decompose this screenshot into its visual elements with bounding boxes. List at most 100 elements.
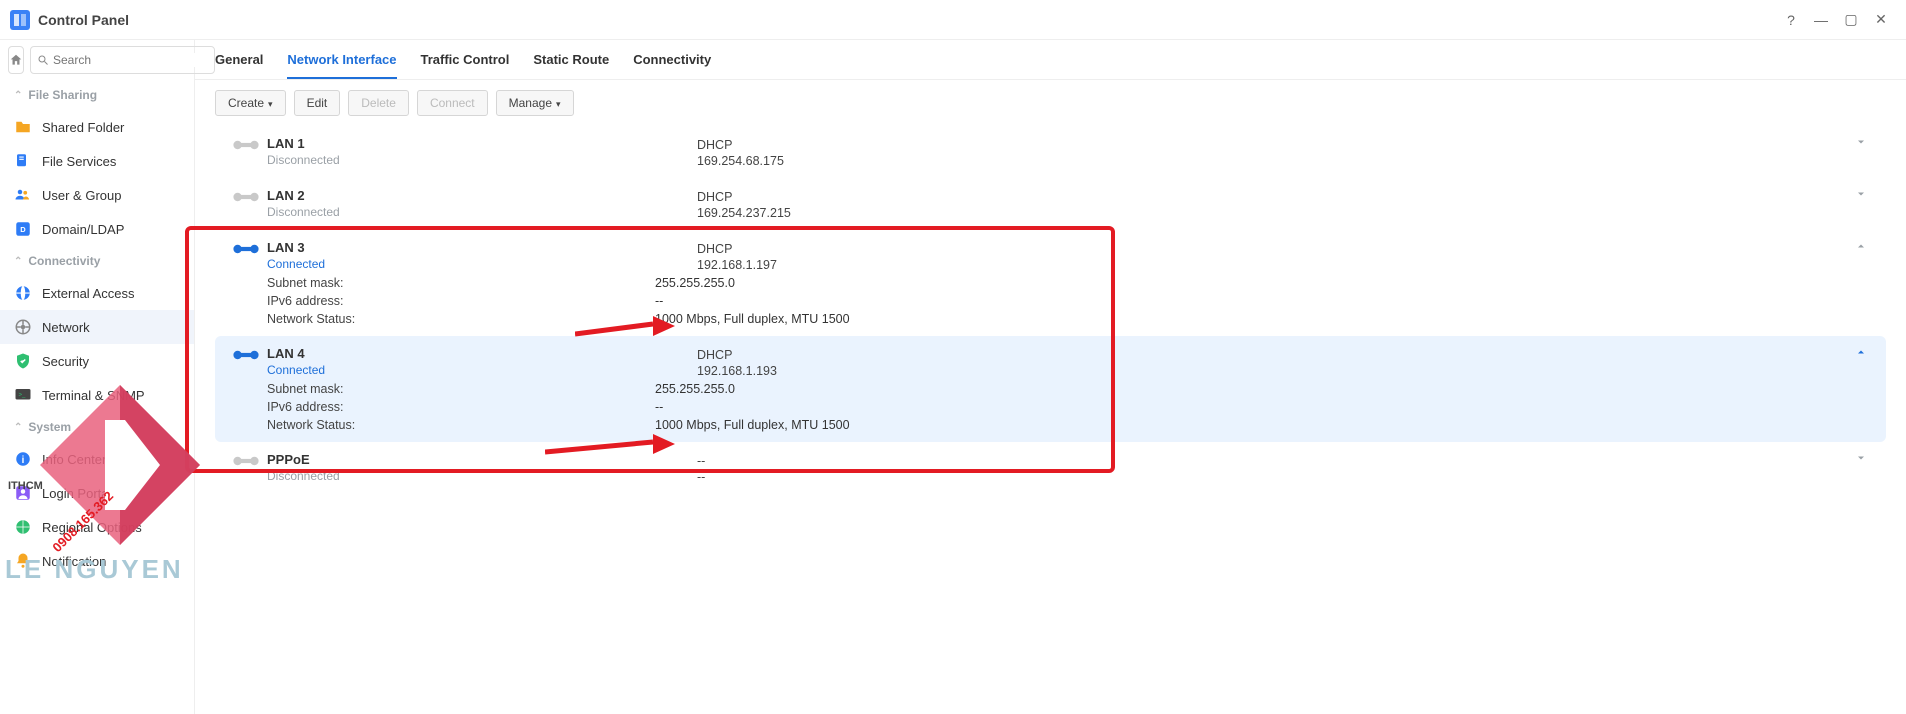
sidebar-item-shared-folder[interactable]: Shared Folder bbox=[0, 110, 194, 144]
home-icon bbox=[9, 53, 23, 67]
sidebar-item-terminal-snmp[interactable]: >_ Terminal & SNMP bbox=[0, 378, 194, 412]
tab-connectivity[interactable]: Connectivity bbox=[633, 52, 711, 79]
interface-name: LAN 4 bbox=[267, 346, 697, 361]
section-label: File Sharing bbox=[28, 88, 97, 102]
toolbar: Create▾ Edit Delete Connect Manage▾ bbox=[195, 80, 1906, 126]
chevron-up-icon bbox=[1855, 346, 1867, 358]
expand-toggle[interactable] bbox=[1846, 136, 1876, 148]
domain-icon: D bbox=[14, 220, 32, 238]
interface-ip: 169.254.68.175 bbox=[697, 154, 1846, 168]
chevron-up-icon: ⌃ bbox=[14, 256, 22, 267]
interface-name: PPPoE bbox=[267, 452, 697, 467]
interface-ip: -- bbox=[697, 470, 1846, 484]
interface-name: LAN 1 bbox=[267, 136, 697, 151]
interface-name: LAN 3 bbox=[267, 240, 697, 255]
chevron-up-icon: ⌃ bbox=[14, 90, 22, 101]
svg-text:i: i bbox=[22, 455, 25, 466]
delete-button: Delete bbox=[348, 90, 409, 116]
chevron-down-icon bbox=[1855, 136, 1867, 148]
subnet-value: 255.255.255.0 bbox=[655, 276, 1876, 290]
interface-status: Disconnected bbox=[267, 205, 697, 219]
subnet-value: 255.255.255.0 bbox=[655, 382, 1876, 396]
sidebar-item-regional-options[interactable]: Regional Options bbox=[0, 510, 194, 544]
sidebar-item-notification[interactable]: Notification bbox=[0, 544, 194, 578]
netstat-value: 1000 Mbps, Full duplex, MTU 1500 bbox=[655, 312, 1876, 326]
tab-general[interactable]: General bbox=[215, 52, 263, 79]
subnet-label: Subnet mask: bbox=[225, 382, 655, 396]
maximize-button[interactable]: ▢ bbox=[1836, 5, 1866, 35]
sidebar-item-file-services[interactable]: File Services bbox=[0, 144, 194, 178]
section-label: System bbox=[28, 420, 71, 434]
login-portal-icon bbox=[14, 484, 32, 502]
interface-ip: 192.168.1.193 bbox=[697, 364, 1846, 378]
home-button[interactable] bbox=[8, 46, 24, 74]
tab-traffic-control[interactable]: Traffic Control bbox=[421, 52, 510, 79]
interface-row-lan3[interactable]: LAN 3 Connected DHCP 192.168.1.197 Subne… bbox=[215, 230, 1886, 336]
create-button[interactable]: Create▾ bbox=[215, 90, 286, 116]
expand-toggle[interactable] bbox=[1846, 188, 1876, 200]
ipv6-label: IPv6 address: bbox=[225, 400, 655, 414]
section-label: Connectivity bbox=[28, 254, 100, 268]
sidebar-item-network[interactable]: Network bbox=[0, 310, 194, 344]
folder-icon bbox=[14, 118, 32, 136]
close-button[interactable]: ✕ bbox=[1866, 5, 1896, 35]
info-icon: i bbox=[14, 450, 32, 468]
section-connectivity[interactable]: ⌃ Connectivity bbox=[0, 246, 194, 276]
interface-mode: DHCP bbox=[697, 242, 1846, 256]
sidebar: ⌃ File Sharing Shared Folder File Servic… bbox=[0, 40, 195, 714]
minimize-button[interactable]: — bbox=[1806, 5, 1836, 35]
chevron-down-icon bbox=[1855, 452, 1867, 464]
regional-icon bbox=[14, 518, 32, 536]
bell-icon bbox=[14, 552, 32, 570]
sidebar-item-domain-ldap[interactable]: D Domain/LDAP bbox=[0, 212, 194, 246]
expand-toggle[interactable] bbox=[1846, 346, 1876, 358]
app-icon bbox=[10, 10, 30, 30]
link-icon bbox=[225, 188, 267, 204]
interface-row-lan2[interactable]: LAN 2 Disconnected DHCP 169.254.237.215 bbox=[215, 178, 1886, 230]
expand-toggle[interactable] bbox=[1846, 240, 1876, 252]
link-icon bbox=[225, 346, 267, 362]
users-icon bbox=[14, 186, 32, 204]
interface-row-lan4[interactable]: LAN 4 Connected DHCP 192.168.1.193 Subne… bbox=[215, 336, 1886, 442]
sidebar-item-security[interactable]: Security bbox=[0, 344, 194, 378]
svg-text:>_: >_ bbox=[19, 393, 27, 399]
link-icon bbox=[225, 136, 267, 152]
interface-status: Connected bbox=[267, 363, 697, 377]
chevron-down-icon: ▾ bbox=[268, 99, 273, 109]
external-access-icon bbox=[14, 284, 32, 302]
chevron-down-icon bbox=[1855, 188, 1867, 200]
netstat-label: Network Status: bbox=[225, 312, 655, 326]
chevron-down-icon: ▾ bbox=[556, 99, 561, 109]
chevron-up-icon bbox=[1855, 240, 1867, 252]
section-file-sharing[interactable]: ⌃ File Sharing bbox=[0, 80, 194, 110]
interface-mode: DHCP bbox=[697, 348, 1846, 362]
sidebar-item-user-group[interactable]: User & Group bbox=[0, 178, 194, 212]
sidebar-item-external-access[interactable]: External Access bbox=[0, 276, 194, 310]
window-title: Control Panel bbox=[38, 12, 129, 28]
interface-mode: DHCP bbox=[697, 190, 1846, 204]
connect-button: Connect bbox=[417, 90, 488, 116]
sidebar-item-login-portal[interactable]: Login Portal bbox=[0, 476, 194, 510]
interface-list: LAN 1 Disconnected DHCP 169.254.68.175 bbox=[195, 126, 1906, 494]
interface-row-pppoe[interactable]: PPPoE Disconnected -- -- bbox=[215, 442, 1886, 494]
search-box[interactable] bbox=[30, 46, 215, 74]
help-button[interactable]: ? bbox=[1776, 5, 1806, 35]
netstat-value: 1000 Mbps, Full duplex, MTU 1500 bbox=[655, 418, 1876, 432]
tab-static-route[interactable]: Static Route bbox=[533, 52, 609, 79]
svg-text:D: D bbox=[20, 225, 26, 234]
interface-name: LAN 2 bbox=[267, 188, 697, 203]
tab-network-interface[interactable]: Network Interface bbox=[287, 52, 396, 79]
section-system[interactable]: ⌃ System bbox=[0, 412, 194, 442]
interface-row-lan1[interactable]: LAN 1 Disconnected DHCP 169.254.68.175 bbox=[215, 126, 1886, 178]
manage-button[interactable]: Manage▾ bbox=[496, 90, 574, 116]
tabs: General Network Interface Traffic Contro… bbox=[195, 40, 1906, 80]
sidebar-item-info-center[interactable]: i Info Center bbox=[0, 442, 194, 476]
expand-toggle[interactable] bbox=[1846, 452, 1876, 464]
interface-ip: 169.254.237.215 bbox=[697, 206, 1846, 220]
network-icon bbox=[14, 318, 32, 336]
shield-icon bbox=[14, 352, 32, 370]
subnet-label: Subnet mask: bbox=[225, 276, 655, 290]
ipv6-label: IPv6 address: bbox=[225, 294, 655, 308]
edit-button[interactable]: Edit bbox=[294, 90, 341, 116]
search-input[interactable] bbox=[53, 53, 208, 67]
